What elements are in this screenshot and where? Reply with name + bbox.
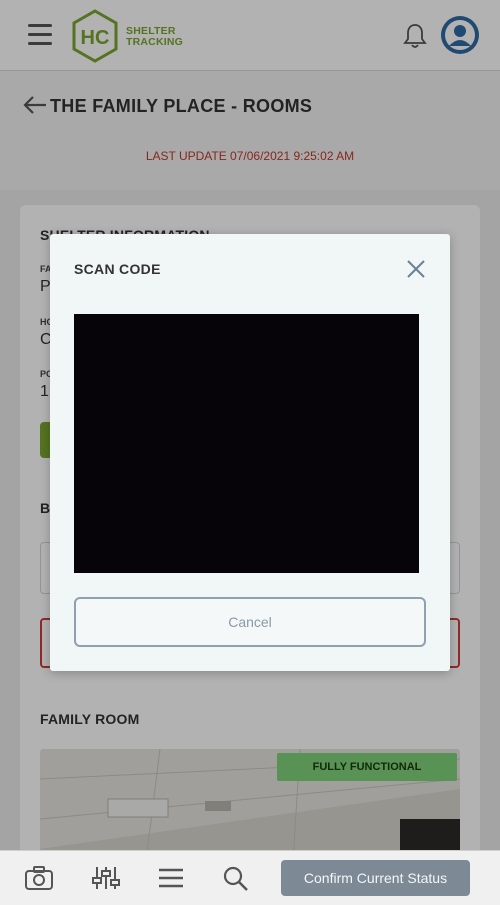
- modal-title: SCAN CODE: [74, 261, 161, 277]
- search-icon[interactable]: [221, 864, 251, 892]
- camera-preview: [74, 314, 419, 573]
- list-icon[interactable]: [156, 864, 186, 892]
- cancel-button[interactable]: Cancel: [74, 597, 426, 647]
- camera-icon[interactable]: [24, 864, 54, 892]
- close-icon[interactable]: [405, 258, 427, 280]
- sliders-icon[interactable]: [91, 864, 121, 892]
- scan-code-modal: SCAN CODE Cancel: [50, 234, 450, 671]
- confirm-status-button[interactable]: Confirm Current Status: [281, 860, 470, 896]
